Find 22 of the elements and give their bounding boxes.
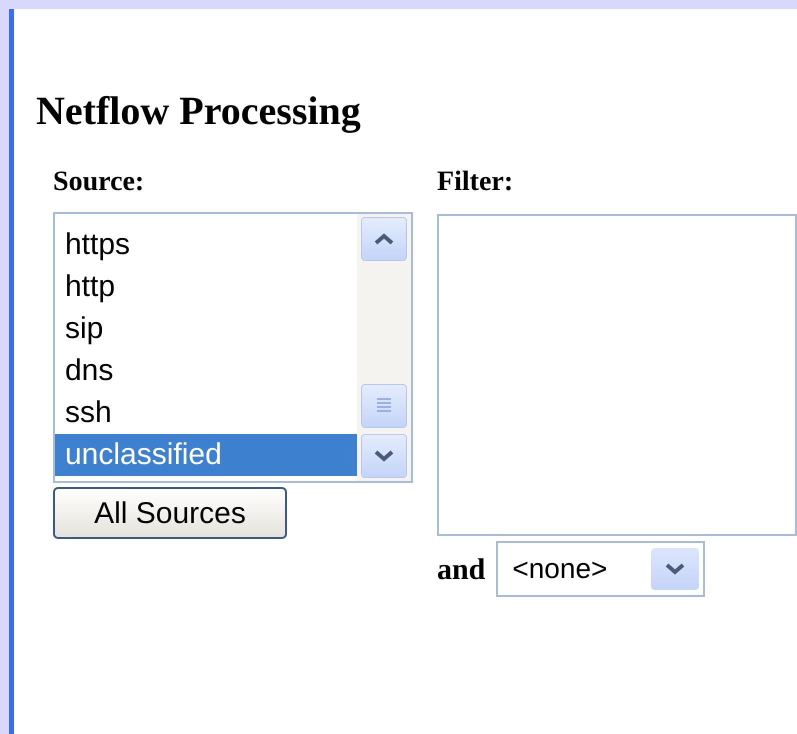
and-label: and <box>437 552 486 588</box>
list-item[interactable]: dns <box>55 350 357 392</box>
scroll-thumb[interactable] <box>361 384 407 428</box>
chevron-up-icon <box>374 233 394 245</box>
scroll-down-button[interactable] <box>361 434 407 478</box>
filter-dropdown[interactable]: <none> <box>496 541 706 597</box>
scroll-up-button[interactable] <box>361 217 407 261</box>
filter-label: Filter: <box>437 165 514 199</box>
grip-icon <box>376 397 392 415</box>
list-item[interactable]: https <box>55 224 357 266</box>
list-item[interactable]: sip <box>55 308 357 350</box>
dropdown-arrow-button[interactable] <box>651 548 700 590</box>
list-item[interactable]: ssh <box>55 392 357 434</box>
list-item[interactable]: unclassified <box>55 434 357 476</box>
source-listbox[interactable]: https http sip dns ssh unclassified <box>53 212 413 483</box>
chevron-down-icon <box>665 563 686 575</box>
source-label: Source: <box>53 165 146 199</box>
page-title: Netflow Processing <box>36 87 362 135</box>
list-item[interactable]: http <box>55 266 357 308</box>
all-sources-button[interactable]: All Sources <box>53 487 287 539</box>
chevron-down-icon <box>374 450 394 462</box>
scrollbar[interactable] <box>357 214 411 481</box>
